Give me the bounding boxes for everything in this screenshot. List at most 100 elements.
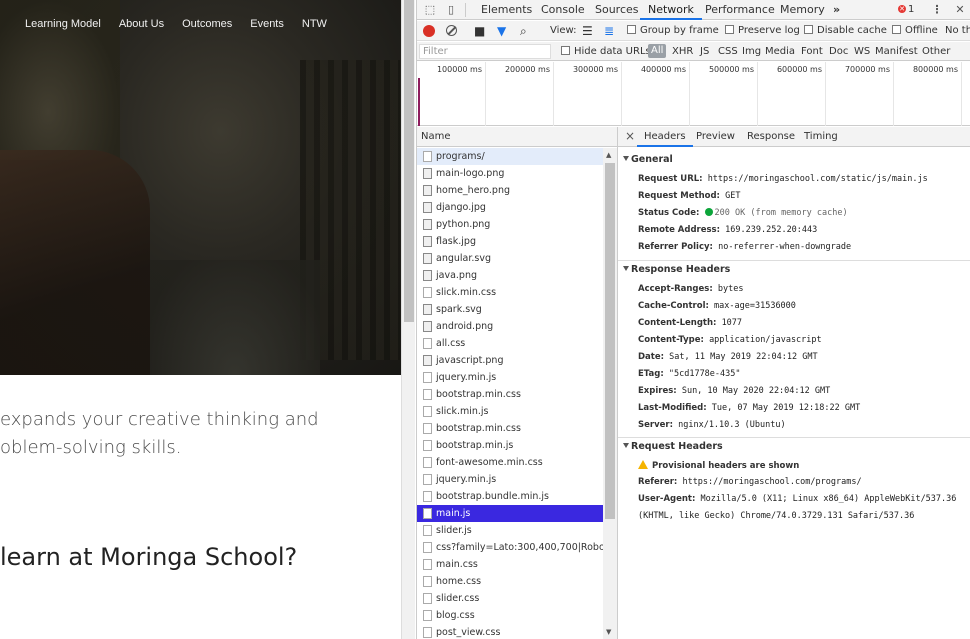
timeline-overview[interactable]: 100000 ms 200000 ms 300000 ms 400000 ms 5000… — [417, 62, 970, 126]
hide-data-urls-checkbox[interactable]: Hide data URLs — [561, 45, 651, 58]
filter-font[interactable]: Font — [801, 45, 823, 58]
filter-xhr[interactable]: XHR — [672, 45, 693, 58]
request-row[interactable]: all.css — [417, 335, 603, 352]
tab-network[interactable]: Network — [640, 0, 702, 20]
response-headers-section-header[interactable]: Response Headers — [618, 260, 970, 278]
device-toolbar-icon[interactable]: ▯ — [444, 3, 458, 17]
request-headers-section-header[interactable]: Request Headers — [618, 437, 970, 455]
request-row[interactable]: post_view.css — [417, 624, 603, 639]
more-tabs-button[interactable]: » — [825, 0, 848, 20]
name-column-header[interactable]: Name — [417, 127, 617, 147]
inspect-element-icon[interactable]: ⬚ — [423, 3, 437, 17]
request-row[interactable]: css?family=Lato:300,400,700|Roboto — [417, 539, 603, 556]
request-name: python.png — [436, 219, 491, 230]
page-scrollbar-thumb[interactable] — [404, 0, 414, 322]
disable-cache-checkbox[interactable]: Disable cache — [804, 24, 887, 38]
request-row[interactable]: blog.css — [417, 607, 603, 624]
request-row[interactable]: programs/ — [417, 148, 603, 165]
request-row[interactable]: font-awesome.min.css — [417, 454, 603, 471]
filter-css[interactable]: CSS — [718, 45, 738, 58]
screenshot-icon[interactable]: ■ — [474, 24, 485, 38]
image-file-icon — [423, 355, 432, 366]
tab-console[interactable]: Console — [533, 0, 593, 20]
request-row[interactable]: android.png — [417, 318, 603, 335]
nav-learning-model[interactable]: Learning Model — [25, 18, 101, 30]
request-row[interactable]: slick.min.js — [417, 403, 603, 420]
general-section-header[interactable]: General — [618, 151, 970, 169]
request-row[interactable]: spark.svg — [417, 301, 603, 318]
request-row[interactable]: jquery.min.js — [417, 471, 603, 488]
request-row[interactable]: python.png — [417, 216, 603, 233]
request-row[interactable]: java.png — [417, 267, 603, 284]
warning-icon — [638, 460, 648, 469]
request-row[interactable]: bootstrap.min.css — [417, 386, 603, 403]
waterfall-icon[interactable]: ≣ — [604, 24, 614, 38]
filter-other[interactable]: Other — [922, 45, 950, 58]
search-icon[interactable]: ⌕ — [520, 24, 527, 38]
provisional-warning: Provisional headers are shown — [638, 460, 799, 471]
request-row[interactable]: javascript.png — [417, 352, 603, 369]
request-row[interactable]: main-logo.png — [417, 165, 603, 182]
request-row[interactable]: bootstrap.min.js — [417, 437, 603, 454]
status-code: Status Code: 200 OK (from memory cache) — [638, 208, 848, 218]
filter-doc[interactable]: Doc — [829, 45, 848, 58]
close-devtools-icon[interactable]: ✕ — [953, 3, 967, 17]
preserve-log-checkbox[interactable]: Preserve log — [725, 24, 800, 38]
filter-manifest[interactable]: Manifest — [875, 45, 918, 58]
nav-events[interactable]: Events — [250, 18, 284, 30]
filter-img[interactable]: Img — [742, 45, 761, 58]
image-file-icon — [423, 219, 432, 230]
filter-input[interactable]: Filter — [419, 44, 551, 59]
page-scrollbar[interactable] — [401, 0, 415, 639]
close-detail-icon[interactable]: × — [625, 129, 635, 143]
expand-triangle-icon — [623, 266, 629, 271]
request-row[interactable]: home.css — [417, 573, 603, 590]
request-row[interactable]: main.js — [417, 505, 603, 522]
scroll-down-icon[interactable]: ▼ — [606, 628, 611, 636]
nav-outcomes[interactable]: Outcomes — [182, 18, 232, 30]
group-by-frame-checkbox[interactable]: Group by frame — [627, 24, 719, 38]
request-row[interactable]: jquery.min.js — [417, 369, 603, 386]
file-icon — [423, 525, 432, 536]
hero-image: Learning Model About Us Outcomes Events … — [0, 0, 401, 375]
request-row[interactable]: slider.css — [417, 590, 603, 607]
request-row[interactable]: bootstrap.min.css — [417, 420, 603, 437]
tab-elements[interactable]: Elements — [473, 0, 540, 20]
tab-preview[interactable]: Preview — [696, 127, 735, 147]
scroll-up-icon[interactable]: ▲ — [606, 151, 611, 159]
throttling-select[interactable]: No th — [945, 24, 970, 38]
kebab-menu-icon[interactable]: ⋮ — [930, 3, 944, 17]
request-row[interactable]: main.css — [417, 556, 603, 573]
filter-icon[interactable]: ▼ — [497, 24, 506, 38]
nav-ntw[interactable]: NTW — [302, 18, 327, 30]
tab-sources[interactable]: Sources — [587, 0, 647, 20]
filter-ws[interactable]: WS — [854, 45, 870, 58]
clear-button[interactable] — [446, 25, 457, 36]
tab-memory[interactable]: Memory — [772, 0, 833, 20]
nav-about-us[interactable]: About Us — [119, 18, 164, 30]
request-name: bootstrap.min.css — [436, 423, 521, 434]
record-button[interactable] — [423, 25, 435, 37]
filter-all-button[interactable]: All — [648, 44, 667, 58]
request-row[interactable]: bootstrap.bundle.min.js — [417, 488, 603, 505]
tab-performance[interactable]: Performance — [697, 0, 783, 20]
file-icon — [423, 559, 432, 570]
error-counter[interactable]: ✕ 1 — [898, 4, 914, 15]
filter-js[interactable]: JS — [700, 45, 709, 58]
request-row[interactable]: slick.min.css — [417, 284, 603, 301]
request-row[interactable]: angular.svg — [417, 250, 603, 267]
offline-checkbox[interactable]: Offline — [892, 24, 938, 38]
request-row[interactable]: slider.js — [417, 522, 603, 539]
request-row[interactable]: flask.jpg — [417, 233, 603, 250]
filter-media[interactable]: Media — [765, 45, 795, 58]
large-rows-icon[interactable]: ☰ — [582, 24, 593, 38]
tab-response[interactable]: Response — [747, 127, 795, 147]
devtools-tabbar: ⬚ ▯ Elements Console Sources Network Per… — [417, 0, 970, 20]
request-list-scrollbar[interactable]: ▲ ▼ — [603, 148, 617, 639]
request-row[interactable]: django.jpg — [417, 199, 603, 216]
request-name: css?family=Lato:300,400,700|Roboto — [436, 542, 603, 553]
request-list-scroll-thumb[interactable] — [605, 163, 615, 519]
tab-headers[interactable]: Headers — [637, 127, 693, 147]
tab-timing[interactable]: Timing — [804, 127, 838, 147]
request-row[interactable]: home_hero.png — [417, 182, 603, 199]
